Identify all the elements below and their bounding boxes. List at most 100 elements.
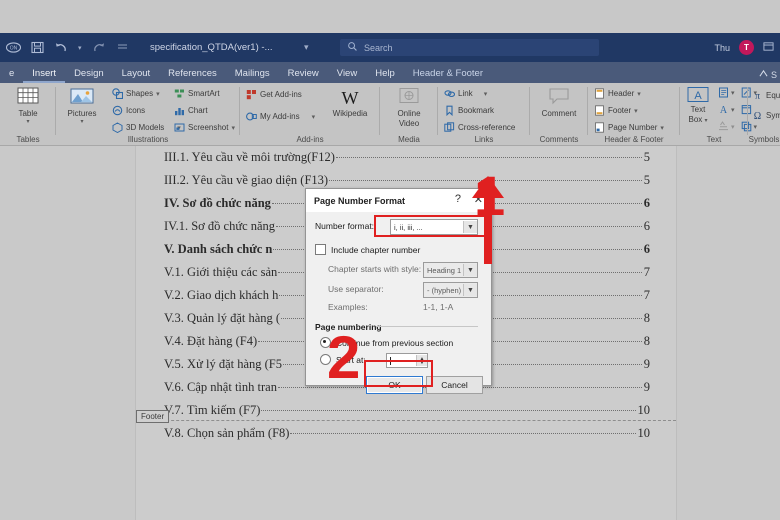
wordart-caret-icon[interactable]: ▾	[731, 106, 735, 114]
title-dropdown-icon[interactable]: ▾	[304, 33, 309, 62]
link-label: Link	[458, 89, 473, 98]
save-icon[interactable]	[30, 40, 45, 55]
link-button[interactable]: Link ▾	[444, 88, 487, 99]
wikipedia-button[interactable]: W Wikipedia	[322, 86, 378, 118]
share-label: S	[771, 70, 777, 80]
svg-text:π: π	[755, 91, 760, 101]
my-addins-icon	[246, 111, 257, 122]
top-gray-band	[0, 0, 780, 33]
toc-entry-page: 9	[643, 357, 650, 372]
avatar[interactable]: T	[739, 40, 754, 55]
day-label: Thu	[714, 43, 730, 53]
word-window: ON ▾ specification_QTDA(ver1) -... ▾ Sea…	[0, 0, 780, 520]
tab-file[interactable]: e	[0, 68, 23, 83]
link-caret-icon[interactable]: ▾	[484, 90, 488, 98]
toc-entry[interactable]: V.8. Chọn sản phẩm (F8)10	[164, 426, 650, 449]
chevron-down-icon[interactable]: ▼	[463, 264, 477, 276]
toc-entry[interactable]: V.7. Tìm kiếm (F7)10	[164, 403, 650, 426]
tab-references[interactable]: References	[159, 68, 226, 83]
screenshot-button[interactable]: Screenshot ▾	[174, 122, 235, 133]
help-icon[interactable]: ?	[455, 193, 461, 205]
toc-entry[interactable]: III.1. Yêu cầu về môi trường(F12)5	[164, 150, 650, 173]
text-box-button[interactable]: A Text Box ▾	[680, 86, 716, 124]
drop-cap-caret-icon[interactable]: ▾	[731, 123, 735, 131]
undo-icon[interactable]	[54, 40, 69, 55]
chapter-style-combo[interactable]: Heading 1 ▼	[423, 262, 478, 278]
quick-access-toolbar: ON ▾	[0, 40, 130, 55]
tab-help[interactable]: Help	[366, 68, 404, 83]
group-label-addins: Add-ins	[240, 135, 380, 144]
examples-value-row: 1-1, 1-A	[423, 302, 453, 312]
include-chapter-label: Include chapter number	[331, 245, 420, 255]
ribbon-display-options-icon[interactable]	[763, 41, 774, 54]
smartart-button[interactable]: SmartArt	[174, 88, 220, 99]
undo-dropdown-icon[interactable]: ▾	[78, 44, 82, 52]
cancel-button[interactable]: Cancel	[426, 376, 483, 394]
smartart-icon	[174, 88, 185, 99]
separator-combo[interactable]: - (hyphen) ▼	[423, 282, 478, 298]
comment-icon	[546, 86, 572, 108]
comment-button[interactable]: Comment	[530, 86, 588, 118]
symbol-icon: Ω	[752, 110, 763, 121]
tab-insert[interactable]: Insert	[23, 68, 65, 83]
header-label: Header	[608, 89, 634, 98]
separator-row: Use separator:	[328, 284, 384, 294]
tab-view[interactable]: View	[328, 68, 366, 83]
equation-button[interactable]: π Equation	[752, 90, 780, 101]
screenshot-caret-icon[interactable]: ▾	[231, 124, 235, 132]
svg-text:ON: ON	[10, 45, 18, 51]
icons-button[interactable]: Icons	[112, 105, 145, 116]
toc-entry-page: 6	[643, 219, 650, 234]
toc-entry-text: IV. Sơ đồ chức năng	[164, 196, 271, 211]
tab-header-footer[interactable]: Header & Footer	[404, 68, 492, 83]
toc-entry-text: IV.1. Sơ đồ chức năng	[164, 219, 275, 234]
search-input[interactable]: Search	[340, 39, 599, 56]
ribbon-group-media: Online Video Media	[380, 83, 438, 145]
header-button[interactable]: Header ▾	[594, 88, 641, 99]
symbol-button[interactable]: Ω Symbol	[752, 110, 780, 121]
page-number-button[interactable]: Page Number ▾	[594, 122, 664, 133]
group-label-illustrations: Illustrations	[56, 135, 240, 144]
footer-button[interactable]: Footer ▾	[594, 105, 638, 116]
header-caret-icon[interactable]: ▾	[637, 90, 641, 98]
tab-design[interactable]: Design	[65, 68, 113, 83]
include-chapter-checkbox[interactable]	[315, 244, 326, 255]
pictures-button[interactable]: Pictures ▾	[56, 86, 108, 125]
search-placeholder-text: Search	[364, 43, 393, 53]
table-button[interactable]: Table ▾	[0, 86, 56, 125]
tab-mailings[interactable]: Mailings	[226, 68, 279, 83]
my-addins-button[interactable]: My Add-ins ▾	[246, 111, 315, 122]
tab-layout[interactable]: Layout	[113, 68, 160, 83]
shapes-caret-icon[interactable]: ▾	[156, 90, 160, 98]
separator-value: - (hyphen)	[424, 286, 461, 295]
quick-parts-caret-icon[interactable]: ▾	[731, 89, 735, 97]
equation-label: Equation	[766, 91, 780, 100]
customize-qat-icon[interactable]	[115, 40, 130, 55]
tab-review[interactable]: Review	[279, 68, 328, 83]
shapes-button[interactable]: Shapes ▾	[112, 88, 160, 99]
footer-tag[interactable]: Footer	[136, 410, 169, 423]
toc-entry-page: 6	[643, 242, 650, 257]
cross-reference-button[interactable]: Cross-reference	[444, 122, 515, 133]
step-1-number: 1	[474, 168, 505, 224]
chevron-down-icon[interactable]: ▼	[463, 284, 477, 296]
footer-caret-icon[interactable]: ▾	[634, 107, 638, 115]
online-video-button[interactable]: Online Video	[380, 86, 438, 128]
autosave-icon[interactable]: ON	[6, 40, 21, 55]
chart-button[interactable]: Chart	[174, 105, 208, 116]
bookmark-button[interactable]: Bookmark	[444, 105, 494, 116]
toc-entry-text: III.1. Yêu cầu về môi trường(F12)	[164, 150, 335, 165]
toc-entry-text: III.2. Yêu cầu về giao diện (F13)	[164, 173, 328, 188]
ribbon: Table ▾ Tables Pictures ▾ Shapes ▾	[0, 83, 780, 146]
table-caret-icon[interactable]: ▾	[26, 119, 29, 125]
pictures-caret-icon[interactable]: ▾	[80, 119, 83, 125]
3d-models-button[interactable]: 3D Models ▾	[112, 122, 181, 133]
share-button[interactable]: S	[759, 69, 777, 80]
include-chapter-row[interactable]: Include chapter number	[315, 244, 420, 255]
toc-entry-text: V.3. Quản lý đặt hàng (	[164, 311, 280, 326]
my-addins-caret-icon[interactable]: ▾	[312, 113, 316, 121]
svg-text:A: A	[694, 90, 702, 102]
redo-icon[interactable]	[91, 40, 106, 55]
get-addins-button[interactable]: Get Add-ins	[246, 89, 302, 100]
page-number-caret-icon[interactable]: ▾	[660, 124, 664, 132]
